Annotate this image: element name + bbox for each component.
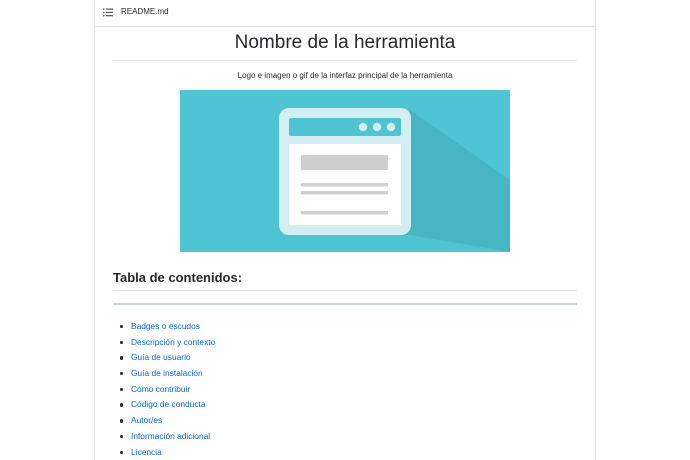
toc-item: Código de conducta xyxy=(113,397,215,413)
toc-heading-divider xyxy=(113,290,577,291)
bullet-icon xyxy=(120,450,124,454)
toc-item: Guía de usuario xyxy=(113,350,215,366)
toc-link-badges[interactable]: Badges o escudos xyxy=(131,321,200,331)
toc-link-guia-instalacion[interactable]: Guía de instalación xyxy=(131,368,203,378)
bullet-icon xyxy=(120,340,124,345)
toc-link-autores[interactable]: Autor/es xyxy=(131,415,162,425)
toc-heading: Tabla de contenidos: xyxy=(113,270,243,285)
section-divider xyxy=(113,303,577,305)
table-of-contents: Badges o escudos Descripción y contexto … xyxy=(113,319,215,460)
file-header: README.md xyxy=(95,0,595,27)
toc-item: Badges o escudos xyxy=(113,319,215,335)
toc-item: Descripción y contexto xyxy=(113,335,215,351)
file-name: README.md xyxy=(121,7,169,16)
bullet-icon xyxy=(120,419,124,423)
bullet-icon xyxy=(120,325,124,329)
toc-link-licencia[interactable]: Licencia xyxy=(131,447,162,457)
toc-item: Información adicional xyxy=(113,429,215,445)
toc-link-codigo-conducta[interactable]: Código de conducta xyxy=(131,399,206,409)
toc-item: Guía de instalación xyxy=(113,366,215,382)
document-title: Nombre de la herramienta xyxy=(234,32,456,53)
bullet-icon xyxy=(120,434,124,439)
bullet-icon xyxy=(120,372,124,376)
title-divider xyxy=(113,60,577,61)
readme-document: README.md Nombre de la herramienta Logo … xyxy=(94,0,596,460)
bullet-icon xyxy=(120,356,124,360)
bullet-icon xyxy=(120,387,124,392)
image-caption: Logo e imagen o gif de la interfaz princ… xyxy=(237,71,453,80)
toc-link-contribuir[interactable]: Cómo contribuir xyxy=(131,384,190,394)
list-icon[interactable] xyxy=(103,8,113,17)
toc-item: Cómo contribuir xyxy=(113,382,215,398)
toc-item: Licencia xyxy=(113,445,215,460)
bullet-icon xyxy=(120,403,124,407)
toc-link-guia-usuario[interactable]: Guía de usuario xyxy=(131,352,191,362)
toc-link-informacion[interactable]: Información adicional xyxy=(131,431,210,441)
toc-item: Autor/es xyxy=(113,413,215,429)
browser-window-illustration xyxy=(279,108,510,252)
hero-image xyxy=(180,90,510,252)
toc-link-descripcion[interactable]: Descripción y contexto xyxy=(131,337,215,347)
